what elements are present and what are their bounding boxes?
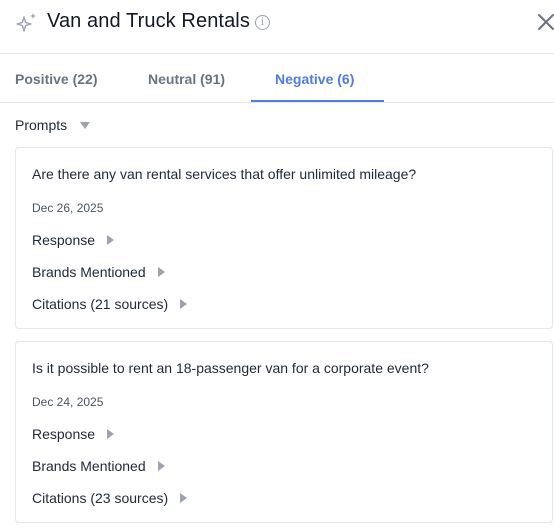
expand-arrow-icon[interactable]: [180, 299, 188, 310]
page-title: Van and Truck Rentals: [47, 10, 250, 32]
tab-positive[interactable]: Positive (22): [15, 71, 97, 87]
brands-mentioned-toggle[interactable]: Brands Mentioned: [32, 264, 165, 280]
brands-mentioned-toggle[interactable]: Brands Mentioned: [32, 458, 165, 474]
response-label: Response: [32, 232, 96, 248]
chevron-down-icon[interactable]: [80, 122, 90, 129]
prompts-filter-dropdown[interactable]: Prompts: [15, 117, 67, 133]
response-toggle[interactable]: Response: [32, 426, 115, 442]
brands-mentioned-label: Brands Mentioned: [32, 458, 146, 474]
expand-arrow-icon[interactable]: [107, 429, 115, 440]
brands-mentioned-label: Brands Mentioned: [32, 264, 146, 280]
sparkle-icon: [16, 13, 36, 32]
tab-negative[interactable]: Negative (6): [275, 71, 354, 87]
citations-toggle[interactable]: Citations (21 sources): [32, 296, 188, 312]
panel-header: Van and Truck Rentals i: [0, 0, 554, 54]
prompt-card: Are there any van rental services that o…: [15, 147, 553, 329]
citations-toggle[interactable]: Citations (23 sources): [32, 490, 188, 506]
prompt-date: Dec 26, 2025: [32, 201, 104, 215]
prompt-card: Is it possible to rent an 18-passenger v…: [15, 341, 553, 523]
close-icon[interactable]: [537, 13, 554, 31]
prompt-question: Is it possible to rent an 18-passenger v…: [32, 360, 429, 376]
active-tab-indicator: [251, 100, 384, 102]
response-toggle[interactable]: Response: [32, 232, 115, 248]
citations-label: Citations (23 sources): [32, 490, 169, 506]
tab-bar: Positive (22) Neutral (91) Negative (6): [0, 54, 554, 103]
info-icon[interactable]: i: [255, 15, 270, 30]
expand-arrow-icon[interactable]: [107, 235, 115, 246]
expand-arrow-icon[interactable]: [157, 461, 165, 472]
prompt-date: Dec 24, 2025: [32, 395, 104, 409]
expand-arrow-icon[interactable]: [157, 267, 165, 278]
expand-arrow-icon[interactable]: [180, 493, 188, 504]
prompt-question: Are there any van rental services that o…: [32, 166, 417, 182]
response-label: Response: [32, 426, 96, 442]
citations-label: Citations (21 sources): [32, 296, 169, 312]
tab-neutral[interactable]: Neutral (91): [148, 71, 225, 87]
